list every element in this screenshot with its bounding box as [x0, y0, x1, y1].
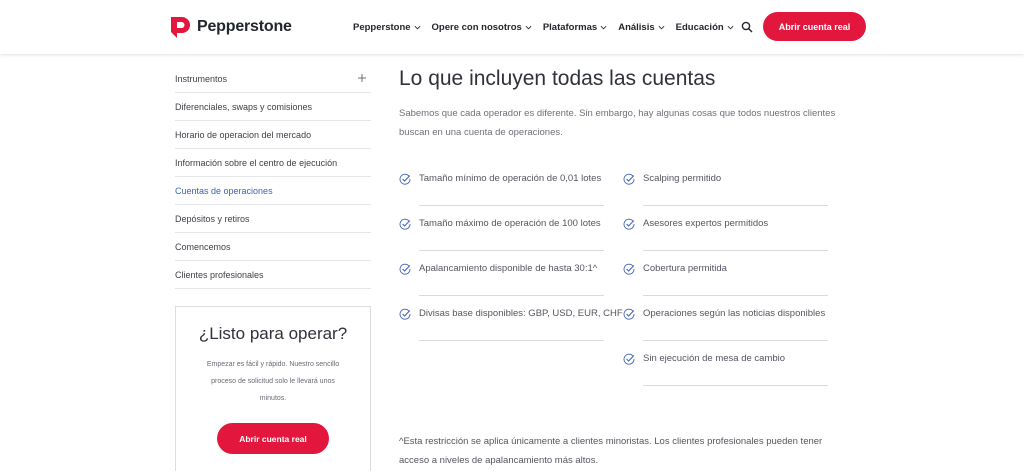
page: Pepperstone Pepperstone Opere con nosotr… — [0, 0, 1024, 471]
logo[interactable]: Pepperstone — [167, 14, 292, 40]
divider — [643, 340, 828, 341]
feature-label: Tamaño mínimo de operación de 0,01 lotes — [419, 173, 602, 184]
nav-label: Educación — [675, 21, 724, 33]
plus-icon[interactable] — [357, 73, 367, 83]
sidebar-item-cuentas[interactable]: Cuentas de operaciones — [175, 177, 371, 205]
sidebar-item-depositos[interactable]: Depósitos y retiros — [175, 205, 371, 233]
check-circle-icon — [623, 263, 635, 275]
feature-label: Apalancamiento disponible de hasta 30:1^ — [419, 263, 598, 274]
sidebar-item-instrumentos[interactable]: Instrumentos — [175, 66, 371, 93]
intro-text: Sabemos que cada operador es diferente. … — [399, 108, 836, 138]
feature-item: Operaciones según las noticias disponibl… — [623, 298, 828, 341]
feature-label: Asesores expertos permitidos — [643, 218, 769, 229]
site-header: Pepperstone Pepperstone Opere con nosotr… — [0, 0, 1024, 54]
nav-item-analisis[interactable]: Análisis — [618, 19, 665, 35]
divider — [419, 295, 604, 296]
sidebar-nav: Instrumentos Diferenciales, swaps y comi… — [175, 66, 371, 289]
divider — [419, 205, 604, 206]
leverage-note: ^Esta restricción se aplica únicamente a… — [399, 436, 823, 466]
sidebar-item-comencemos[interactable]: Comencemos — [175, 233, 371, 261]
sidebar-item-label: Instrumentos — [175, 74, 228, 84]
nav-label: Plataformas — [542, 21, 598, 33]
nav-label: Opere con nosotros — [431, 21, 522, 33]
check-circle-icon — [623, 353, 635, 365]
chevron-down-icon — [525, 25, 532, 29]
page-title: Lo que incluyen todas las cuentas — [399, 67, 716, 90]
ready-title: ¿Listo para operar? — [198, 324, 348, 343]
check-circle-icon — [623, 173, 635, 185]
divider — [419, 250, 604, 251]
pepperstone-logo-icon — [171, 17, 190, 38]
check-circle-icon — [623, 218, 635, 230]
main-content: Lo que incluyen todas las cuentas Sabemo… — [399, 64, 849, 142]
sidebar-item-horario[interactable]: Horario de operacion del mercado — [175, 121, 371, 149]
open-account-side-button[interactable]: Abrir cuenta real — [217, 423, 329, 454]
sidebar-item-diferenciales[interactable]: Diferenciales, swaps y comisiones — [175, 93, 371, 121]
sidebar-item-label: Información sobre el centro de ejecución — [175, 157, 338, 168]
sidebar-item-centro-ejecucion[interactable]: Información sobre el centro de ejecución — [175, 149, 371, 177]
sidebar-item-profesionales[interactable]: Clientes profesionales — [175, 261, 371, 289]
nav-item-pepperstone[interactable]: Pepperstone — [353, 19, 421, 35]
divider — [419, 340, 604, 341]
feature-item: Asesores expertos permitidos — [623, 208, 828, 251]
sidebar-item-label: Comencemos — [175, 241, 231, 252]
check-circle-icon — [399, 218, 411, 230]
feature-item: Apalancamiento disponible de hasta 30:1^ — [399, 253, 604, 296]
main-nav: Pepperstone Opere con nosotros Plataform… — [353, 19, 734, 35]
open-account-button[interactable]: Abrir cuenta real — [763, 12, 866, 41]
sidebar-item-label: Depósitos y retiros — [175, 213, 250, 224]
feature-item: Cobertura permitida — [623, 253, 828, 296]
nav-item-educacion[interactable]: Educación — [676, 19, 734, 35]
sidebar-item-label: Cuentas de operaciones — [175, 185, 273, 196]
sidebar-item-label: Clientes profesionales — [175, 269, 264, 280]
ready-text: Empezar es fácil y rápido. Nuestro senci… — [206, 361, 340, 402]
chevron-down-icon — [600, 25, 607, 29]
feature-item: Sin ejecución de mesa de cambio — [623, 343, 828, 386]
feature-item: Tamaño mínimo de operación de 0,01 lotes — [399, 163, 604, 206]
divider — [643, 250, 828, 251]
chevron-down-icon — [414, 25, 420, 29]
chevron-down-icon — [658, 25, 665, 29]
ready-to-trade-card: ¿Listo para operar? Empezar es fácil y r… — [175, 306, 371, 471]
feature-label: Cobertura permitida — [643, 263, 727, 274]
nav-label: Pepperstone — [353, 21, 411, 33]
feature-item: Scalping permitido — [623, 163, 828, 206]
check-circle-icon — [399, 173, 411, 185]
feature-item: Tamaño máximo de operación de 100 lotes — [399, 208, 604, 251]
feature-label: Tamaño máximo de operación de 100 lotes — [419, 218, 601, 229]
feature-label: Scalping permitido — [643, 173, 722, 184]
nav-item-plataformas[interactable]: Plataformas — [543, 19, 607, 35]
check-circle-icon — [399, 308, 411, 320]
sidebar-item-label: Horario de operacion del mercado — [175, 129, 312, 140]
feature-label: Divisas base disponibles: GBP, USD, EUR,… — [419, 308, 623, 319]
search-icon[interactable] — [741, 21, 753, 33]
chevron-down-icon — [727, 25, 734, 29]
check-circle-icon — [399, 263, 411, 275]
nav-label: Análisis — [618, 21, 655, 33]
sidebar-item-label: Diferenciales, swaps y comisiones — [175, 101, 313, 112]
feature-label: Sin ejecución de mesa de cambio — [643, 353, 786, 364]
divider — [643, 295, 828, 296]
feature-item: Divisas base disponibles: GBP, USD, EUR,… — [399, 298, 623, 341]
logo-text: Pepperstone — [197, 18, 292, 35]
feature-label: Operaciones según las noticias disponibl… — [643, 308, 826, 319]
divider — [643, 205, 828, 206]
divider — [643, 385, 828, 386]
nav-item-opere[interactable]: Opere con nosotros — [432, 19, 532, 35]
check-circle-icon — [623, 308, 635, 320]
